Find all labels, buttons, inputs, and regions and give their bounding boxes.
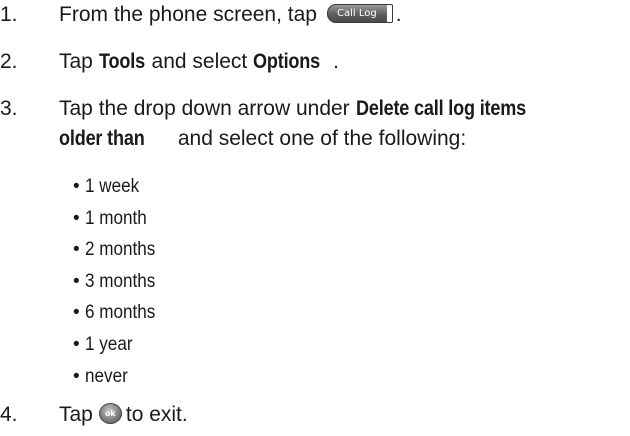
option-label: 1 week	[85, 176, 140, 197]
step-text-part: and select	[145, 50, 254, 73]
step-text-after: .	[395, 3, 402, 26]
step-text: older than and select one of the followi…	[59, 124, 466, 153]
step-text-part: Tap the drop down arrow under	[59, 97, 356, 120]
step-number: 2.	[0, 50, 18, 73]
bullet: •	[73, 302, 80, 324]
options-list: • 1 week • 1 month • 2 months • 3 months • 6 …	[73, 171, 163, 392]
option-label: 3 months	[85, 270, 156, 292]
step-text: From the phone screen, tap Call Log.	[59, 0, 402, 29]
bullet: •	[73, 333, 80, 355]
bullet: •	[73, 207, 80, 229]
step-number: 4.	[0, 403, 18, 426]
list-item: • 1 week	[73, 171, 163, 203]
list-item: • 2 months	[73, 234, 163, 266]
step-number: 3.	[0, 97, 18, 120]
ok-label: ok	[104, 408, 116, 418]
ok-button-icon: ok	[98, 402, 122, 424]
list-item: • 6 months	[73, 297, 163, 329]
bullet: •	[73, 365, 80, 387]
list-item: • never	[73, 361, 163, 393]
softkey-label: Call Log	[336, 7, 377, 19]
call-log-softkey-icon: Call Log	[326, 3, 393, 23]
step-text-part: Tap	[59, 403, 93, 426]
bullet: •	[73, 270, 80, 292]
step-text: Tap ok to exit.	[59, 400, 188, 429]
step-text: Tap Tools and select Options.	[59, 47, 339, 76]
step-text-part: to exit.	[125, 403, 188, 426]
option-label: never	[85, 365, 128, 387]
options-keyword: Options	[253, 50, 321, 73]
option-label: 2 months	[85, 239, 156, 261]
step-text-part: and select one of the following:	[172, 127, 467, 150]
step-text-part: .	[333, 50, 339, 73]
option-label: 1 year	[85, 333, 133, 355]
option-label: 6 months	[85, 302, 156, 324]
step-text-part: Tap	[59, 50, 99, 73]
list-item: • 3 months	[73, 266, 163, 298]
list-item: • 1 year	[73, 329, 163, 361]
bullet: •	[73, 176, 80, 197]
option-label: 1 month	[85, 207, 147, 229]
step-text-before: From the phone screen, tap	[59, 3, 317, 26]
tools-keyword: Tools	[98, 50, 145, 73]
older-than-keyword: older than	[59, 127, 145, 150]
delete-call-log-keyword: Delete call log items	[355, 97, 526, 120]
bullet: •	[73, 239, 80, 261]
list-item: • 1 month	[73, 203, 163, 235]
step-text: Tap the drop down arrow under Delete cal…	[59, 94, 606, 123]
step-number: 1.	[0, 3, 18, 26]
